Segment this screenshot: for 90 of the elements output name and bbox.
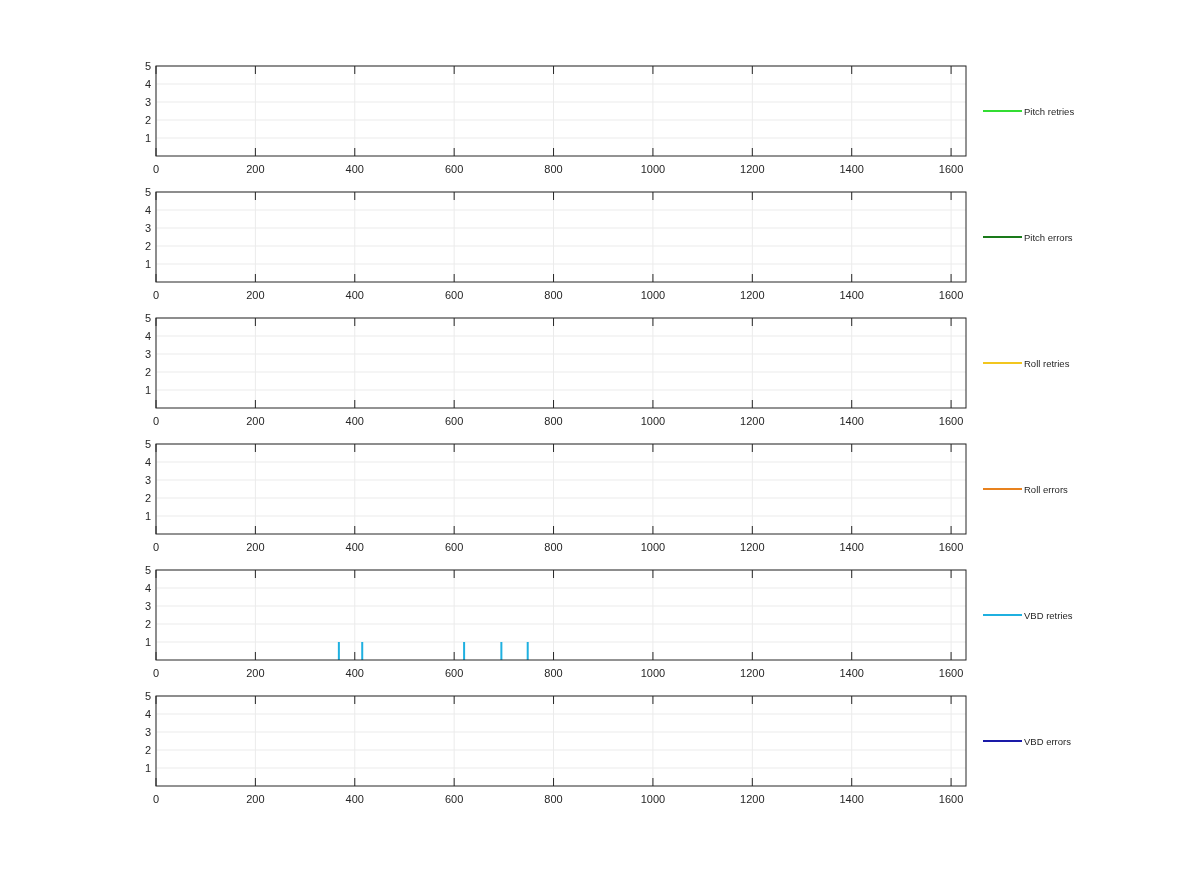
tick-label: 1200 xyxy=(740,163,765,175)
tick-label: 1200 xyxy=(740,541,765,553)
tick-label: 200 xyxy=(246,541,265,553)
tick-label: 3 xyxy=(144,600,151,612)
tick-label: 800 xyxy=(544,163,563,175)
tick-label: 600 xyxy=(445,163,464,175)
legend-label: VBD errors xyxy=(1024,736,1071,747)
tick-label: 1 xyxy=(144,510,151,522)
tick-label: 1 xyxy=(144,636,151,648)
tick-label: 1200 xyxy=(740,793,765,805)
tick-label: 400 xyxy=(345,667,364,679)
tick-label: 1600 xyxy=(938,667,964,679)
tick-label: 800 xyxy=(544,289,563,301)
tick-label: 1600 xyxy=(938,793,964,805)
tick-label: 200 xyxy=(246,289,265,301)
tick-label: 600 xyxy=(445,415,464,427)
tick-label: 400 xyxy=(345,415,364,427)
tick-label: 1000 xyxy=(640,415,666,427)
tick-label: 4 xyxy=(144,330,151,342)
tick-label: 1400 xyxy=(839,415,864,427)
tick-label: 3 xyxy=(144,96,151,108)
tick-label: 2 xyxy=(144,114,151,126)
tick-label: 1 xyxy=(144,762,151,774)
tick-label: 2 xyxy=(144,240,151,252)
tick-label: 4 xyxy=(144,582,151,594)
tick-label: 800 xyxy=(544,415,563,427)
legend-label: Pitch retries xyxy=(1024,106,1075,117)
tick-label: 600 xyxy=(445,793,464,805)
tick-label: 800 xyxy=(544,541,563,553)
legend-label: VBD retries xyxy=(1024,610,1073,621)
tick-label: 1600 xyxy=(938,415,964,427)
tick-label: 1600 xyxy=(938,289,964,301)
tick-label: 800 xyxy=(544,793,563,805)
tick-label: 200 xyxy=(246,163,265,175)
tick-label: 5 xyxy=(144,312,151,324)
tick-label: 0 xyxy=(152,793,160,805)
tick-label: 3 xyxy=(144,222,151,234)
tick-label: 5 xyxy=(144,438,151,450)
tick-label: 1200 xyxy=(740,415,765,427)
tick-label: 5 xyxy=(144,186,151,198)
tick-label: 1 xyxy=(144,384,151,396)
tick-label: 600 xyxy=(445,289,464,301)
tick-label: 3 xyxy=(144,348,151,360)
tick-label: 600 xyxy=(445,541,464,553)
tick-label: 800 xyxy=(544,667,563,679)
tick-label: 2 xyxy=(144,366,151,378)
tick-label: 400 xyxy=(345,289,364,301)
legend-label: Roll errors xyxy=(1024,484,1068,495)
legend-label: Roll retries xyxy=(1024,358,1070,369)
tick-label: 1400 xyxy=(839,793,864,805)
tick-label: 1400 xyxy=(839,163,864,175)
tick-label: 1600 xyxy=(938,163,964,175)
tick-label: 5 xyxy=(144,60,151,72)
tick-label: 0 xyxy=(152,289,160,301)
tick-label: 5 xyxy=(144,564,151,576)
tick-label: 1000 xyxy=(640,163,666,175)
tick-label: 1000 xyxy=(640,541,666,553)
tick-label: 600 xyxy=(445,667,464,679)
tick-label: 1000 xyxy=(640,793,666,805)
tick-label: 400 xyxy=(345,163,364,175)
tick-label: 200 xyxy=(246,793,265,805)
tick-label: 1 xyxy=(144,132,151,144)
tick-label: 4 xyxy=(144,456,151,468)
tick-label: 1000 xyxy=(640,667,666,679)
tick-label: 1400 xyxy=(839,541,864,553)
tick-label: 0 xyxy=(152,415,160,427)
tick-label: 0 xyxy=(152,541,160,553)
tick-label: 1400 xyxy=(839,289,864,301)
tick-label: 1200 xyxy=(740,289,765,301)
tick-label: 4 xyxy=(144,204,151,216)
tick-label: 200 xyxy=(246,667,265,679)
tick-label: 1000 xyxy=(640,289,666,301)
tick-label: 2 xyxy=(144,744,151,756)
tick-label: 400 xyxy=(345,541,364,553)
tick-label: 2 xyxy=(144,618,151,630)
tick-label: 200 xyxy=(246,415,265,427)
tick-label: 400 xyxy=(345,793,364,805)
tick-label: 0 xyxy=(152,667,160,679)
tick-label: 0 xyxy=(152,163,160,175)
tick-label: 3 xyxy=(144,726,151,738)
tick-label: 2 xyxy=(144,492,151,504)
tick-label: 5 xyxy=(144,690,151,702)
tick-label: 1 xyxy=(144,258,151,270)
tick-label: 4 xyxy=(144,708,151,720)
tick-label: 4 xyxy=(144,78,151,90)
legend-label: Pitch errors xyxy=(1024,232,1073,243)
tick-label: 1400 xyxy=(839,667,864,679)
tick-label: 3 xyxy=(144,474,151,486)
tick-label: 1600 xyxy=(938,541,964,553)
tick-label: 1200 xyxy=(740,667,765,679)
